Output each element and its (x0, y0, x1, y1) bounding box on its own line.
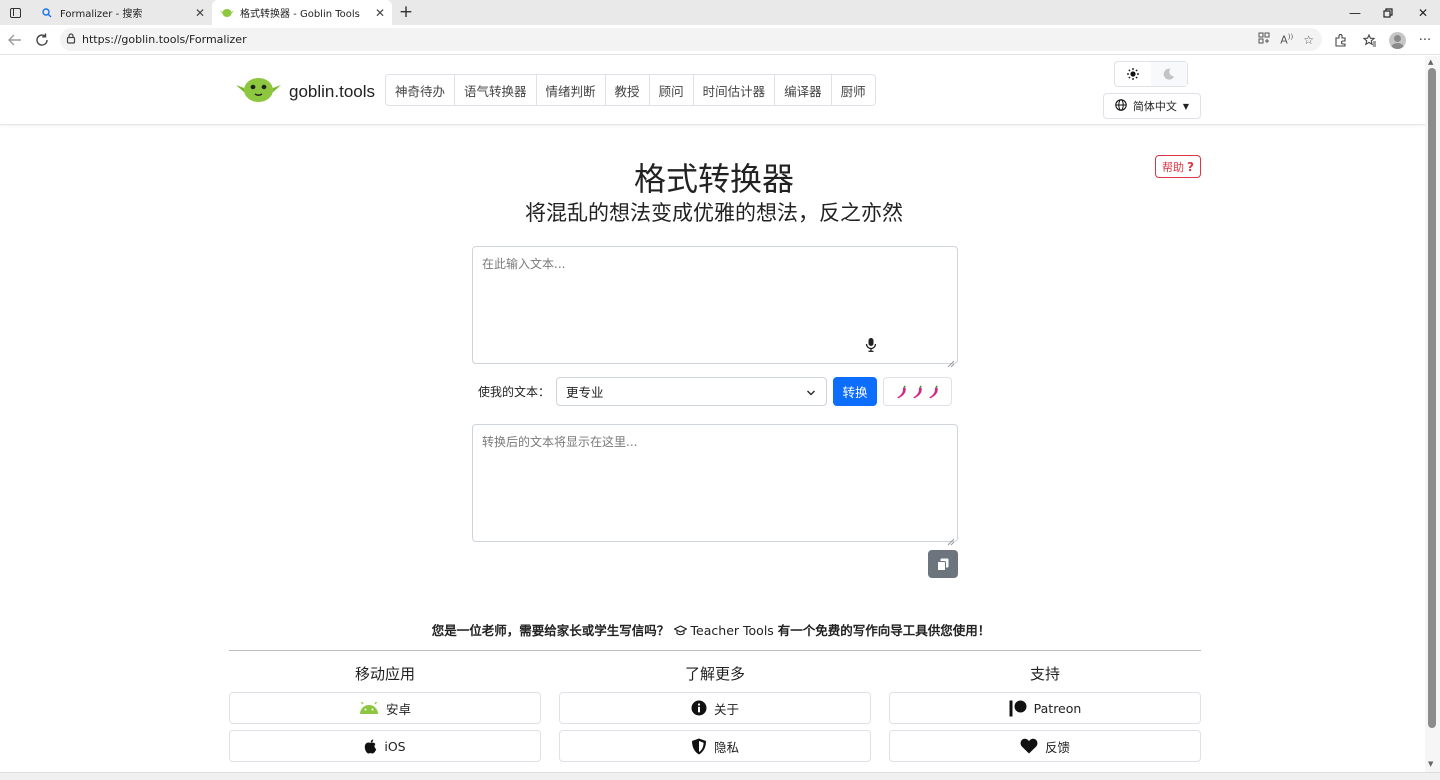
teacher-note-tail: 有一个免费的写作向导工具供您使用！ (777, 623, 991, 638)
style-selected-value: 更专业 (566, 385, 604, 400)
app-install-icon[interactable] (1258, 32, 1270, 47)
lock-icon (60, 32, 82, 47)
teacher-note-text: 您是一位老师，需要给家长或学生写信吗？ (431, 623, 670, 638)
goblin-logo-icon (236, 76, 281, 107)
moon-icon[interactable] (1151, 62, 1187, 86)
url-field[interactable]: https://goblin.tools/Formalizer A)) ☆ (60, 28, 1322, 51)
search-icon (40, 6, 54, 20)
footer-col-mobile-title: 移动应用 (354, 665, 415, 683)
nav-chef[interactable]: 厨师 (832, 75, 875, 105)
resize-handle-icon[interactable] (947, 531, 955, 546)
privacy-button[interactable]: 隐私 (559, 730, 871, 762)
read-aloud-icon[interactable]: A)) (1280, 33, 1293, 47)
scroll-up-icon[interactable]: ▲ (1428, 58, 1433, 66)
footer-col-learn-title: 了解更多 (684, 665, 745, 683)
android-label: 安卓 (385, 701, 411, 717)
caret-down-icon: ▼ (1182, 101, 1190, 111)
refresh-icon[interactable] (31, 30, 53, 50)
chili-pepper-icon (896, 385, 938, 398)
copy-button[interactable] (928, 550, 958, 578)
heart-icon (1020, 738, 1038, 754)
restore-icon[interactable] (1371, 0, 1405, 25)
extensions-icon[interactable] (1329, 30, 1351, 50)
feedback-label: 反馈 (1044, 739, 1070, 755)
patreon-label: Patreon (1033, 700, 1082, 716)
tab-formalizer-search[interactable]: Formalizer - 搜索 ✕ (32, 0, 212, 25)
feedback-button[interactable]: 反馈 (889, 730, 1201, 762)
sun-icon[interactable] (1115, 62, 1151, 86)
scrollbar-thumb[interactable] (1428, 68, 1436, 728)
page-viewport: goblin.tools 神奇待办 语气转换器 情绪判断 教授 顾问 时间估计器… (0, 56, 1425, 772)
theme-toggle (1114, 61, 1188, 87)
android-icon (359, 702, 378, 714)
goblin-favicon-icon (220, 6, 234, 20)
tab-actions-icon[interactable] (5, 4, 25, 21)
resize-handle-icon[interactable] (947, 353, 955, 368)
favorite-star-icon[interactable]: ☆ (1303, 33, 1314, 47)
nav-estimator[interactable]: 时间估计器 (694, 75, 776, 105)
close-icon[interactable]: ✕ (192, 6, 208, 20)
nav-consultant[interactable]: 顾问 (650, 75, 694, 105)
style-select[interactable]: 更专业 (556, 377, 827, 406)
input-placeholder: 在此输入文本... (482, 257, 566, 271)
copy-icon (937, 558, 949, 571)
minimize-icon[interactable]: — (1338, 0, 1372, 25)
address-bar-row: https://goblin.tools/Formalizer A)) ☆ ··… (0, 25, 1440, 55)
android-button[interactable]: 安卓 (229, 692, 541, 724)
privacy-label: 隐私 (713, 739, 739, 755)
microphone-icon[interactable] (864, 337, 878, 353)
browser-tab-bar: Formalizer - 搜索 ✕ 格式转换器 - Goblin Tools ✕… (0, 0, 1440, 25)
form-label: 使我的文本： (478, 385, 551, 399)
site-header: goblin.tools 神奇待办 语气转换器 情绪判断 教授 顾问 时间估计器… (0, 56, 1425, 125)
brand-link[interactable]: goblin.tools (236, 76, 375, 107)
globe-icon (1115, 98, 1127, 114)
nav-magic-todo[interactable]: 神奇待办 (386, 75, 456, 105)
patreon-icon (1009, 700, 1027, 716)
graduation-cap-icon (672, 625, 688, 636)
nav-formalizer[interactable]: 语气转换器 (455, 75, 537, 105)
about-button[interactable]: 关于 (559, 692, 871, 724)
language-dropdown[interactable]: 简体中文 ▼ (1103, 93, 1201, 119)
about-label: 关于 (713, 701, 739, 717)
favorites-icon[interactable] (1359, 30, 1381, 50)
new-tab-icon[interactable]: + (396, 2, 416, 22)
page-subtitle: 将混乱的想法变成优雅的想法，反之亦然 (525, 201, 903, 225)
footer-divider (229, 650, 1201, 651)
window-close-icon[interactable]: ✕ (1406, 0, 1440, 25)
tab-title: 格式转换器 - Goblin Tools (240, 9, 360, 20)
brand-name: goblin.tools (289, 81, 376, 101)
language-label: 简体中文 (1132, 100, 1177, 113)
input-textarea[interactable]: 在此输入文本... (472, 246, 958, 368)
close-icon[interactable]: ✕ (372, 6, 388, 20)
nav-judge[interactable]: 情绪判断 (537, 75, 606, 105)
page-scrollbar[interactable]: ▲ ▼ (1425, 56, 1440, 772)
url-text: https://goblin.tools/Formalizer (82, 33, 247, 46)
tab-title: Formalizer - 搜索 (60, 9, 143, 20)
tab-goblin-tools[interactable]: 格式转换器 - Goblin Tools ✕ (212, 0, 392, 25)
shield-icon (691, 738, 706, 754)
output-textarea[interactable]: 转换后的文本将显示在这里... (472, 424, 958, 546)
back-icon[interactable] (4, 30, 26, 50)
nav-compiler[interactable]: 编译器 (775, 75, 832, 105)
page-title: 格式转换器 (633, 160, 794, 198)
status-strip (0, 772, 1440, 780)
spiciness-button[interactable] (883, 377, 952, 406)
profile-avatar[interactable] (1389, 32, 1406, 49)
convert-button[interactable]: 转换 (833, 377, 877, 406)
output-placeholder: 转换后的文本将显示在这里... (482, 435, 638, 449)
teacher-tools-link[interactable]: Teacher Tools (672, 623, 778, 638)
ios-label: iOS (384, 738, 406, 754)
info-icon (691, 700, 707, 716)
teacher-tools-link-label: Teacher Tools (690, 623, 774, 638)
patreon-button[interactable]: Patreon (889, 692, 1201, 724)
scroll-down-icon[interactable]: ▼ (1428, 760, 1433, 768)
apple-icon (365, 738, 377, 753)
main-nav: 神奇待办 语气转换器 情绪判断 教授 顾问 时间估计器 编译器 厨师 (385, 74, 876, 106)
chevron-down-icon (806, 386, 816, 396)
teacher-tools-note: 您是一位老师，需要给家长或学生写信吗？ Teacher Tools 有一个免费的… (0, 620, 1422, 639)
ios-button[interactable]: iOS (229, 730, 541, 762)
footer-col-support-title: 支持 (1029, 665, 1060, 683)
more-options-icon[interactable]: ··· (1414, 30, 1436, 50)
nav-professor[interactable]: 教授 (606, 75, 650, 105)
